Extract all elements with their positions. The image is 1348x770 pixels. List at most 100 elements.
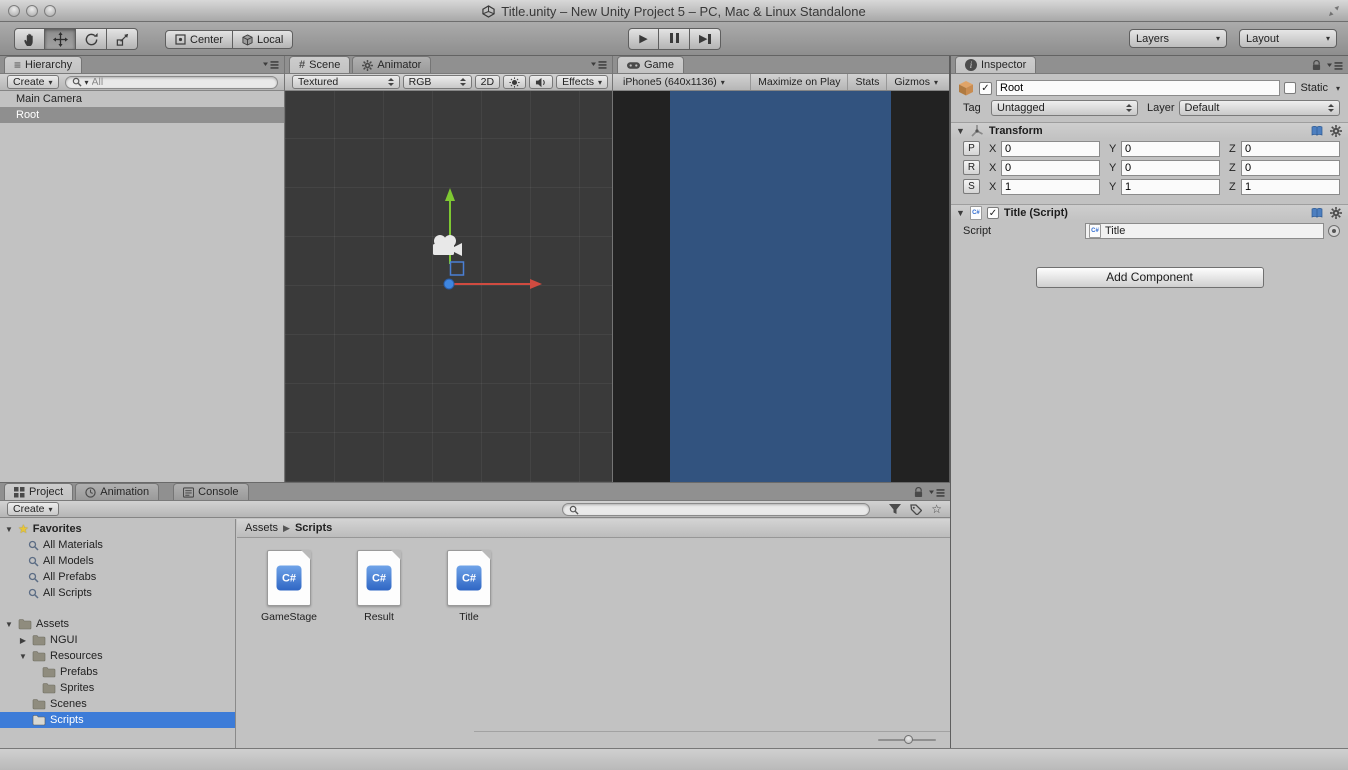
render-channel-dropdown[interactable]: RGB [402, 75, 472, 89]
help-book-icon[interactable] [1311, 207, 1323, 219]
step-button[interactable]: ▶ [690, 28, 721, 50]
static-checkbox[interactable] [1284, 82, 1297, 94]
lock-icon[interactable] [1312, 60, 1321, 71]
position-key-button[interactable]: P [963, 141, 980, 156]
tree-item-favorites[interactable]: ▼ ★ Favorites [0, 521, 235, 537]
rotation-x-input[interactable] [1001, 159, 1100, 176]
tab-game[interactable]: Game [617, 56, 684, 73]
hand-tool-button[interactable] [14, 28, 45, 50]
rotation-key-button[interactable]: R [963, 160, 980, 175]
position-z-input[interactable] [1241, 140, 1340, 157]
asset-item-title[interactable]: C# Title [431, 550, 507, 623]
saved-search-star-icon[interactable]: ☆ [931, 503, 942, 515]
slider-thumb[interactable] [904, 735, 913, 744]
chevron-down-icon[interactable]: ▼ [4, 620, 14, 629]
panel-menu-icon[interactable] [929, 488, 945, 498]
tree-item-all-materials[interactable]: All Materials [0, 537, 235, 553]
scale-tool-button[interactable] [107, 28, 138, 50]
hierarchy-search-field[interactable]: ▾ [64, 75, 278, 89]
gameobject-active-checkbox[interactable]: ✓ [979, 81, 992, 95]
asset-item-gamestage[interactable]: C# GameStage [251, 550, 327, 623]
scene-effects-dropdown[interactable]: Effects ▾ [556, 75, 608, 89]
tree-item-sprites[interactable]: Sprites [0, 680, 235, 696]
breadcrumb-current[interactable]: Scripts [295, 522, 332, 534]
scale-key-button[interactable]: S [963, 179, 980, 194]
tag-dropdown[interactable]: Untagged [991, 100, 1138, 116]
search-filter-icon[interactable]: ▾ [85, 78, 89, 87]
tree-item-prefabs[interactable]: Prefabs [0, 664, 235, 680]
tree-item-scenes[interactable]: Scenes [0, 696, 235, 712]
pivot-center-button[interactable]: Center [165, 30, 234, 49]
tab-animator[interactable]: Animator [352, 56, 432, 73]
project-search-input[interactable] [582, 503, 863, 516]
tree-item-all-scripts[interactable]: All Scripts [0, 585, 235, 601]
gear-icon[interactable] [1330, 125, 1342, 137]
tab-animation[interactable]: Animation [75, 483, 160, 500]
gameobject-name-input[interactable] [996, 80, 1281, 96]
panel-menu-icon[interactable] [1327, 61, 1343, 71]
icon-size-slider[interactable] [878, 735, 936, 744]
hierarchy-item-root[interactable]: Root [0, 107, 284, 123]
play-button[interactable]: ▶ [628, 28, 659, 50]
layer-dropdown[interactable]: Default [1178, 100, 1340, 116]
hierarchy-search-input[interactable] [91, 76, 271, 88]
tab-scene[interactable]: # Scene [289, 56, 351, 73]
rotation-local-button[interactable]: Local [233, 30, 294, 49]
maximize-on-play-button[interactable]: Maximize on Play [750, 74, 847, 90]
tree-item-all-models[interactable]: All Models [0, 553, 235, 569]
tree-item-assets[interactable]: ▼ Assets [0, 616, 235, 632]
foldout-icon[interactable]: ▼ [956, 208, 965, 218]
project-create-button[interactable]: Create ▾ [7, 502, 59, 516]
pause-button[interactable] [659, 28, 690, 50]
help-book-icon[interactable] [1311, 125, 1323, 137]
transform-component-header[interactable]: ▼ Transform [951, 122, 1348, 139]
search-by-label-icon[interactable] [910, 503, 923, 515]
script-object-field[interactable]: C# Title [1085, 223, 1324, 239]
script-enabled-checkbox[interactable]: ✓ [986, 207, 999, 219]
tree-item-all-prefabs[interactable]: All Prefabs [0, 569, 235, 585]
object-picker-icon[interactable] [1328, 225, 1340, 237]
tab-console[interactable]: Console [173, 483, 249, 500]
chevron-right-icon[interactable]: ▶ [18, 636, 28, 645]
layers-dropdown[interactable]: Layers ▾ [1129, 29, 1227, 48]
tab-project[interactable]: Project [4, 483, 74, 500]
hierarchy-item-main-camera[interactable]: Main Camera [0, 91, 284, 107]
scale-x-input[interactable] [1001, 178, 1100, 195]
search-by-type-icon[interactable] [889, 503, 902, 515]
scene-viewport[interactable] [285, 91, 612, 482]
toggle-2d-button[interactable]: 2D [474, 75, 501, 89]
fullscreen-icon[interactable] [1328, 5, 1340, 17]
chevron-down-icon[interactable]: ▼ [4, 525, 14, 534]
gear-icon[interactable] [1330, 207, 1342, 219]
lock-icon[interactable] [914, 487, 923, 498]
layout-dropdown[interactable]: Layout ▾ [1239, 29, 1337, 48]
rotation-z-input[interactable] [1241, 159, 1340, 176]
project-search-field[interactable] [562, 503, 870, 516]
tab-hierarchy[interactable]: ≡ Hierarchy [4, 56, 83, 73]
tab-inspector[interactable]: i Inspector [955, 56, 1037, 73]
gizmos-dropdown[interactable]: Gizmos ▾ [886, 74, 945, 90]
tree-item-resources[interactable]: ▼ Resources [0, 648, 235, 664]
tree-item-scripts[interactable]: Scripts [0, 712, 235, 728]
stats-button[interactable]: Stats [847, 74, 886, 90]
tree-item-ngui[interactable]: ▶ NGUI [0, 632, 235, 648]
panel-menu-icon[interactable] [591, 60, 607, 70]
rotate-tool-button[interactable] [76, 28, 107, 50]
scale-y-input[interactable] [1121, 178, 1220, 195]
foldout-icon[interactable]: ▼ [956, 126, 965, 136]
scale-z-input[interactable] [1241, 178, 1340, 195]
scene-audio-button[interactable] [529, 75, 554, 89]
hierarchy-create-button[interactable]: Create ▾ [7, 75, 59, 89]
add-component-button[interactable]: Add Component [1035, 267, 1264, 288]
breadcrumb-root[interactable]: Assets [245, 522, 278, 534]
rotation-y-input[interactable] [1121, 159, 1220, 176]
position-x-input[interactable] [1001, 140, 1100, 157]
panel-menu-icon[interactable] [263, 60, 279, 70]
title-script-component-header[interactable]: ▼ C# ✓ Title (Script) [951, 204, 1348, 221]
shading-mode-dropdown[interactable]: Textured [292, 75, 400, 89]
static-dropdown-icon[interactable]: ▾ [1336, 84, 1340, 93]
asset-item-result[interactable]: C# Result [341, 550, 417, 623]
chevron-down-icon[interactable]: ▼ [18, 652, 28, 661]
aspect-ratio-dropdown[interactable]: iPhone5 (640x1136) ▾ [617, 74, 731, 90]
move-tool-button[interactable] [45, 28, 76, 50]
